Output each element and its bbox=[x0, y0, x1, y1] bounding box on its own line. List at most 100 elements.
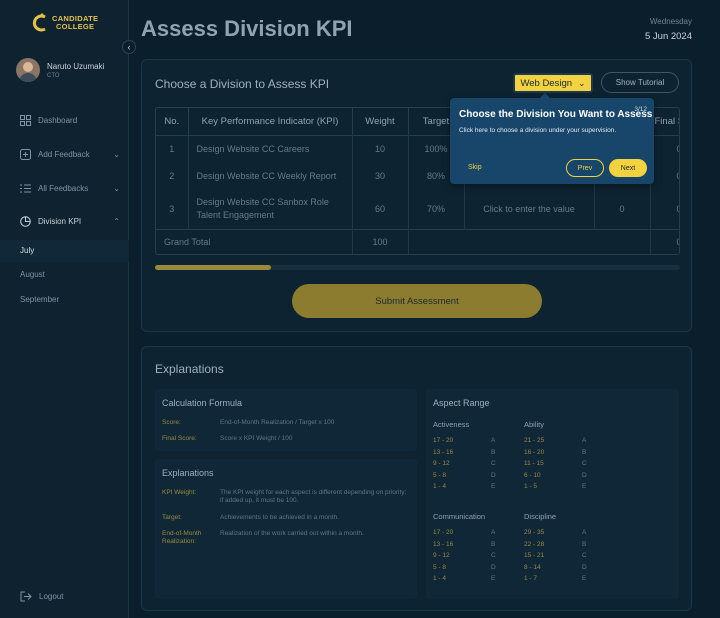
row-number: 3 bbox=[156, 189, 189, 229]
aspect-grade: E bbox=[491, 575, 496, 582]
grand-total-row: Grand Total 100 0 bbox=[156, 228, 679, 254]
explanation-value: Realization of the work carried out with… bbox=[220, 530, 364, 537]
explanations-title: Explanations bbox=[155, 362, 224, 376]
aspect-grade: A bbox=[582, 437, 587, 444]
aspect-group-name: Communication bbox=[433, 512, 486, 521]
tooltip-prev-button[interactable]: Prev bbox=[566, 159, 604, 177]
aspect-range-value: 22 - 28 bbox=[524, 540, 545, 548]
sidebar-item-add-feedback[interactable]: Add Feedback ⌄ bbox=[20, 149, 120, 160]
aspect-grade: A bbox=[491, 437, 496, 444]
aspect-group-name: Activeness bbox=[433, 420, 470, 429]
division-dropdown[interactable]: Web Design ⌄ bbox=[513, 73, 593, 93]
pie-chart-icon bbox=[20, 216, 31, 227]
submit-assessment-button[interactable]: Submit Assessment bbox=[292, 284, 542, 318]
aspect-range-value: 29 - 35 bbox=[524, 529, 545, 536]
aspect-range-value: 1 - 5 bbox=[524, 483, 538, 490]
tooltip-skip-button[interactable]: Skip bbox=[468, 164, 482, 171]
sidebar-divider bbox=[128, 0, 129, 618]
explanation-key: KPI Weight: bbox=[162, 489, 197, 496]
aspect-grade: D bbox=[582, 471, 587, 479]
column-header: Weight bbox=[352, 108, 409, 136]
aspect-grade: B bbox=[582, 540, 587, 548]
explanation-row: Target: Achievements to be achieved in a… bbox=[162, 514, 410, 522]
kpi-final-score: 0 bbox=[650, 135, 680, 162]
table-scrollbar[interactable] bbox=[155, 265, 680, 270]
chevron-down-icon: ⌄ bbox=[113, 184, 120, 193]
user-role: CTO bbox=[47, 72, 60, 79]
realization-input[interactable]: Click to enter the value bbox=[464, 189, 595, 229]
explanation-value: Achievements to be achieved in a month. bbox=[220, 514, 339, 521]
kpi-name: Design Website CC Sanbox Role Talent Eng… bbox=[188, 189, 353, 229]
aspect-grade: E bbox=[491, 483, 496, 490]
assess-card-title: Choose a Division to Assess KPI bbox=[155, 77, 330, 91]
brand-logo[interactable]: CANDIDATE COLLEGE bbox=[32, 13, 98, 33]
aspect-range-value: 13 - 16 bbox=[433, 540, 454, 548]
kpi-final-score: 0 bbox=[650, 162, 680, 189]
formula-row: Score: End-of-Month Realization / Target… bbox=[162, 419, 410, 427]
aspect-range-value: 1 - 4 bbox=[433, 575, 447, 582]
tooltip-arrow bbox=[540, 93, 550, 98]
aspect-range-value: 16 - 20 bbox=[524, 448, 545, 456]
panel-title: Explanations bbox=[162, 468, 214, 478]
aspect-range-value: 15 - 21 bbox=[524, 552, 545, 559]
chevron-up-icon: ⌃ bbox=[113, 217, 120, 226]
explanations-card: Explanations Calculation Formula Score: … bbox=[141, 346, 692, 611]
submenu-item-september[interactable]: September bbox=[20, 295, 59, 304]
aspect-grade: D bbox=[582, 563, 587, 571]
aspect-range-value: 9 - 12 bbox=[433, 460, 450, 467]
grid-icon bbox=[20, 115, 31, 126]
aspect-range-panel: Aspect Range Activeness 17 - 20 A 13 - 16 B 9… bbox=[426, 389, 679, 599]
list-icon bbox=[20, 184, 31, 193]
aspect-grade: C bbox=[491, 552, 496, 559]
aspect-range-value: 1 - 4 bbox=[433, 483, 447, 490]
submenu-item-august[interactable]: August bbox=[20, 270, 45, 279]
sidebar-item-label: Dashboard bbox=[38, 116, 78, 125]
tutorial-tooltip: Choose the Division You Want to Assess 3… bbox=[450, 93, 654, 184]
brand-line-2: COLLEGE bbox=[55, 22, 95, 31]
explanation-value: The KPI weight for each aspect is differ… bbox=[220, 489, 407, 504]
explanation-row: End-of-Month Realization: Realization of… bbox=[162, 530, 410, 546]
table-scrollbar-thumb[interactable] bbox=[155, 265, 271, 270]
sidebar-item-dashboard[interactable]: Dashboard bbox=[20, 115, 120, 126]
kpi-weight: 10 bbox=[352, 135, 409, 162]
chevron-left-icon: ‹ bbox=[127, 42, 131, 52]
aspect-range-value: 5 - 8 bbox=[433, 563, 447, 571]
kpi-score: 0 bbox=[594, 189, 651, 229]
chevron-down-icon: ⌄ bbox=[578, 77, 586, 88]
logout-button[interactable]: Logout bbox=[20, 591, 63, 602]
calculation-formula-panel: Calculation Formula Score: End-of-Month … bbox=[155, 389, 417, 451]
aspect-grade: D bbox=[491, 471, 496, 479]
show-tutorial-button[interactable]: Show Tutorial bbox=[601, 72, 679, 93]
tooltip-step-counter: 3/12 bbox=[634, 106, 647, 113]
aspect-grade: C bbox=[582, 552, 587, 559]
aspect-range-value: 8 - 14 bbox=[524, 563, 541, 571]
sidebar bbox=[0, 0, 129, 618]
kpi-target: 70% bbox=[408, 189, 465, 229]
kpi-weight: 60 bbox=[352, 189, 409, 229]
sidebar-collapse-button[interactable]: ‹ bbox=[122, 40, 136, 54]
plus-square-icon bbox=[20, 149, 31, 160]
logo-icon bbox=[32, 13, 46, 32]
sidebar-item-label: Add Feedback bbox=[38, 150, 90, 159]
aspect-grade: C bbox=[491, 460, 496, 467]
explanation-row: KPI Weight: The KPI weight for each aspe… bbox=[162, 489, 410, 505]
sidebar-item-all-feedbacks[interactable]: All Feedbacks ⌄ bbox=[20, 183, 120, 194]
aspect-range-value: 17 - 20 bbox=[433, 529, 454, 536]
aspect-range-value: 1 - 7 bbox=[524, 575, 538, 582]
column-header: Key Performance Indicator (KPI) bbox=[188, 108, 353, 136]
tooltip-body: Click here to choose a division under yo… bbox=[459, 127, 617, 134]
submenu-item-july[interactable]: July bbox=[20, 246, 34, 255]
kpi-name: Design Website CC Weekly Report bbox=[188, 162, 353, 189]
row-number: 2 bbox=[156, 162, 189, 189]
row-number: 1 bbox=[156, 135, 189, 162]
aspect-grade: B bbox=[491, 448, 496, 456]
formula-key: Score: bbox=[162, 419, 181, 426]
aspect-range-value: 9 - 12 bbox=[433, 552, 450, 559]
sidebar-item-label: All Feedbacks bbox=[38, 184, 89, 193]
aspect-grade: C bbox=[582, 460, 587, 467]
tooltip-next-button[interactable]: Next bbox=[609, 159, 647, 177]
formula-value: Score x KPI Weight / 100 bbox=[220, 435, 293, 442]
sidebar-item-division-kpi[interactable]: Division KPI ⌃ bbox=[20, 216, 120, 227]
formula-key: Final Score: bbox=[162, 435, 197, 442]
user-profile[interactable]: Naruto Uzumaki CTO bbox=[16, 58, 104, 82]
